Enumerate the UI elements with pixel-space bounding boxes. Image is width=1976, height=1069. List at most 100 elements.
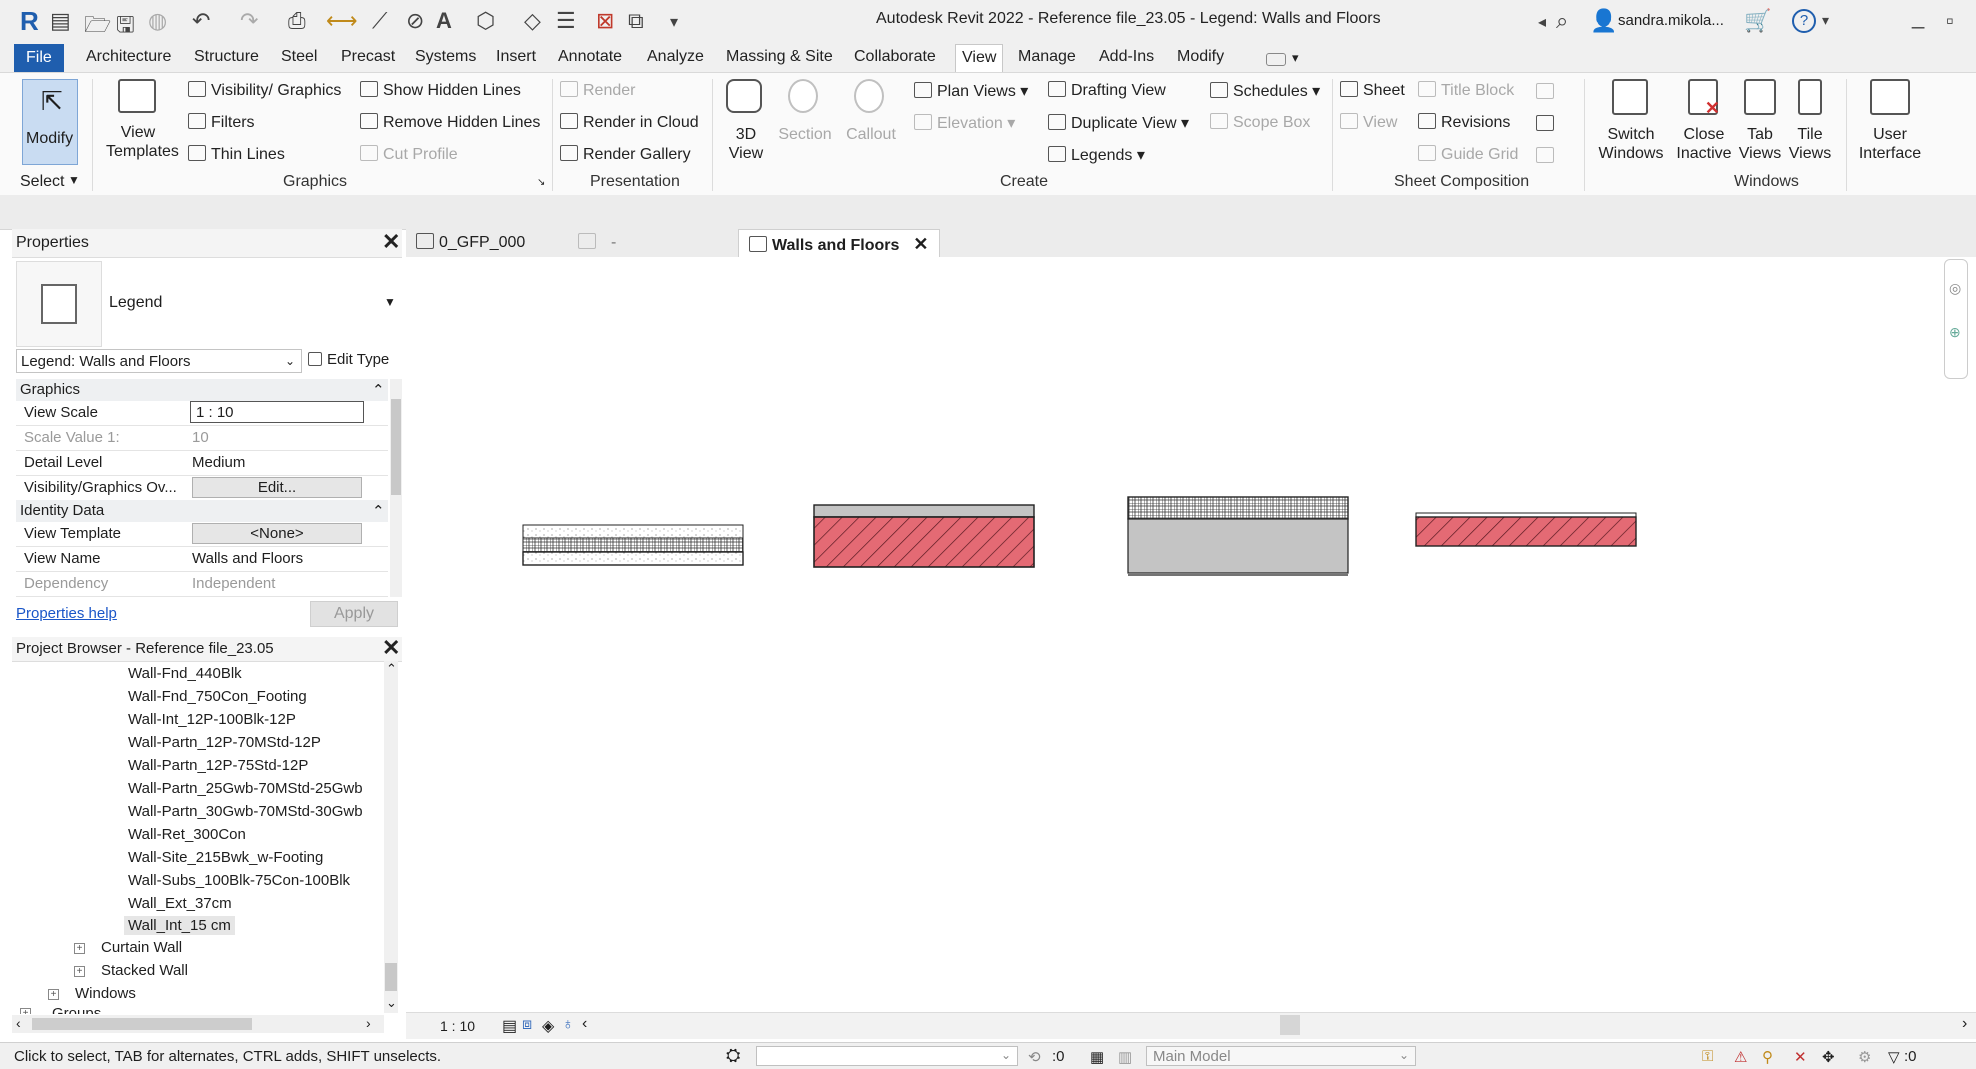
thin-lines-button[interactable]: Thin Lines [188, 145, 285, 164]
dimension-icon[interactable]: ⟋ [372, 8, 387, 34]
expand-stacked-wall-icon[interactable]: + [74, 966, 85, 977]
browser-vscrollbar[interactable]: ⌃ ⌄ [384, 661, 398, 1013]
tree-item-wall-type[interactable]: Wall-Partn_25Gwb-70MStd-25Gwb [128, 780, 363, 797]
tab-precast[interactable]: Precast [341, 48, 395, 66]
canvas-hscroll-thumb[interactable] [1280, 1015, 1300, 1035]
cart-icon[interactable]: 🛒 [1744, 8, 1771, 34]
tab-architecture[interactable]: Architecture [86, 48, 171, 66]
redo-icon[interactable]: ↷ [240, 8, 258, 34]
properties-close-icon[interactable]: ✕ [382, 229, 400, 255]
undo-icon[interactable]: ↶ [192, 8, 210, 34]
view-tab-close-icon[interactable]: ✕ [913, 234, 928, 254]
expand-curtain-wall-icon[interactable]: + [74, 943, 85, 954]
view-reference-icon[interactable] [1536, 115, 1554, 131]
open-icon[interactable]: 🗁 [84, 8, 111, 46]
home-icon[interactable]: ▤ [50, 8, 71, 34]
guide-grid-button[interactable]: Guide Grid [1418, 145, 1518, 164]
hide-isolate-icon[interactable]: ◈ [542, 1016, 554, 1036]
browser-hscroll-thumb[interactable] [32, 1018, 252, 1030]
sheet-view-button[interactable]: View [1340, 113, 1397, 132]
duplicate-view-button[interactable]: Duplicate View ▾ [1048, 113, 1189, 133]
select-by-face-icon[interactable]: ✕ [1794, 1048, 1807, 1066]
tree-item-stacked-wall[interactable]: Stacked Wall [101, 962, 188, 979]
filter-icon[interactable]: ▽ [1888, 1048, 1900, 1066]
sync-icon[interactable]: ◍ [148, 8, 167, 34]
type-selector-chevron-icon[interactable]: ▼ [384, 295, 396, 309]
tree-item-wall-type[interactable]: Wall-Ret_300Con [128, 826, 246, 843]
apply-button[interactable]: Apply [310, 601, 398, 627]
tab-steel[interactable]: Steel [281, 48, 317, 66]
tree-item-wall-type-selected[interactable]: Wall_Int_15 cm [124, 916, 235, 935]
design-option-select[interactable]: Main Model ⌄ [1146, 1046, 1416, 1066]
reveal-hidden-icon[interactable]: ♁ [562, 1016, 574, 1034]
remove-hidden-lines-button[interactable]: Remove Hidden Lines [360, 113, 540, 132]
tree-item-wall-type[interactable]: Wall-Subs_100Blk-75Con-100Blk [128, 872, 350, 889]
schedules-button[interactable]: Schedules ▾ [1210, 81, 1320, 101]
plan-views-button[interactable]: Plan Views ▾ [914, 81, 1028, 101]
workset-select[interactable]: ⌄ [756, 1046, 1018, 1066]
browser-vscroll-thumb[interactable] [385, 963, 397, 991]
tree-item-wall-type[interactable]: Wall-Partn_12P-70MStd-12P [128, 734, 321, 751]
viewbar-right-arrow-icon[interactable]: › [1962, 1015, 1967, 1033]
project-browser-close-icon[interactable]: ✕ [382, 635, 400, 661]
switch-windows-button[interactable]: Switch Windows [1596, 125, 1666, 163]
view-name-value[interactable]: Walls and Floors [192, 550, 303, 567]
title-block-button[interactable]: Title Block [1418, 81, 1514, 100]
view-templates-button[interactable]: View Templates [106, 123, 179, 161]
tab-annotate[interactable]: Annotate [558, 48, 622, 66]
edit-type-button[interactable]: Edit Type [308, 351, 389, 368]
render-gallery-button[interactable]: Render Gallery [560, 145, 691, 164]
visual-style-icon[interactable]: ⧈ [522, 1016, 532, 1034]
help-dropdown-icon[interactable]: ▾ [1822, 12, 1829, 29]
text-icon[interactable]: A [436, 8, 452, 34]
3d-view-button[interactable]: 3D View [716, 125, 776, 163]
show-hidden-lines-button[interactable]: Show Hidden Lines [360, 81, 521, 100]
expand-groups-icon[interactable]: + [20, 1008, 31, 1014]
view-template-button[interactable]: <None> [192, 523, 362, 544]
tree-item-wall-type[interactable]: Wall_Ext_37cm [128, 895, 232, 912]
detail-level-icon[interactable]: ▤ [502, 1016, 517, 1036]
view-tab-unnamed[interactable]: - [578, 229, 616, 257]
expand-windows-icon[interactable]: + [48, 989, 59, 1000]
customize-qat-icon[interactable]: ▾ [670, 12, 678, 32]
visibility-graphics-button[interactable]: Visibility/ Graphics [188, 81, 341, 100]
scroll-up-icon[interactable]: ⌃ [386, 661, 397, 677]
type-selector[interactable]: Legend [109, 294, 162, 312]
tab-file[interactable]: File [14, 44, 64, 72]
cut-profile-button[interactable]: Cut Profile [360, 145, 458, 164]
tree-item-wall-type[interactable]: Wall-Site_215Bwk_w-Footing [128, 849, 323, 866]
visibility-graphics-edit-button[interactable]: Edit... [192, 477, 362, 498]
graphics-dialog-launcher-icon[interactable]: ↘ [537, 177, 545, 188]
main-model-icon[interactable]: ▥ [1118, 1048, 1132, 1066]
tab-collaborate[interactable]: Collaborate [854, 48, 936, 66]
user-name[interactable]: sandra.mikola... [1618, 12, 1724, 29]
design-options-icon[interactable]: ▦ [1090, 1048, 1104, 1066]
instance-filter-select[interactable]: Legend: Walls and Floors ⌄ [16, 349, 302, 373]
tab-views-button[interactable]: Tab Views [1736, 125, 1784, 163]
tree-item-wall-type[interactable]: Wall-Fnd_750Con_Footing [128, 688, 307, 705]
select-links-icon[interactable]: ⚿ [1702, 1048, 1713, 1065]
select-pinned-icon[interactable]: ⚲ [1762, 1048, 1773, 1066]
tab-manage[interactable]: Manage [1018, 48, 1076, 66]
user-icon[interactable]: 👤 [1590, 8, 1617, 34]
scroll-right-icon[interactable]: › [366, 1015, 371, 1031]
callout-button[interactable]: Callout [842, 125, 900, 144]
tab-analyze[interactable]: Analyze [647, 48, 704, 66]
legend-floor-component[interactable] [1415, 512, 1637, 547]
tab-add-ins[interactable]: Add-Ins [1099, 48, 1154, 66]
save-icon[interactable]: 🖫 [116, 8, 135, 46]
legend-floor-component[interactable] [1127, 496, 1349, 576]
editing-requests-icon[interactable]: ⟲ [1028, 1048, 1041, 1066]
close-inactive-button[interactable]: Close Inactive [1670, 125, 1738, 163]
view-tab-walls-and-floors[interactable]: Walls and Floors ✕ [738, 229, 940, 258]
revisions-button[interactable]: Revisions [1418, 113, 1510, 132]
legends-button[interactable]: Legends ▾ [1048, 145, 1145, 165]
properties-help-link[interactable]: Properties help [16, 605, 117, 622]
tree-item-curtain-wall[interactable]: Curtain Wall [101, 939, 182, 956]
filters-button[interactable]: Filters [188, 113, 255, 132]
help-icon[interactable]: ? [1792, 9, 1816, 33]
scroll-left-icon[interactable]: ‹ [16, 1015, 21, 1031]
view-scale-input[interactable]: 1 : 10 [190, 401, 364, 423]
revit-logo-icon[interactable]: R [20, 6, 39, 37]
steering-wheel-icon[interactable]: ◎ [1949, 280, 1961, 297]
